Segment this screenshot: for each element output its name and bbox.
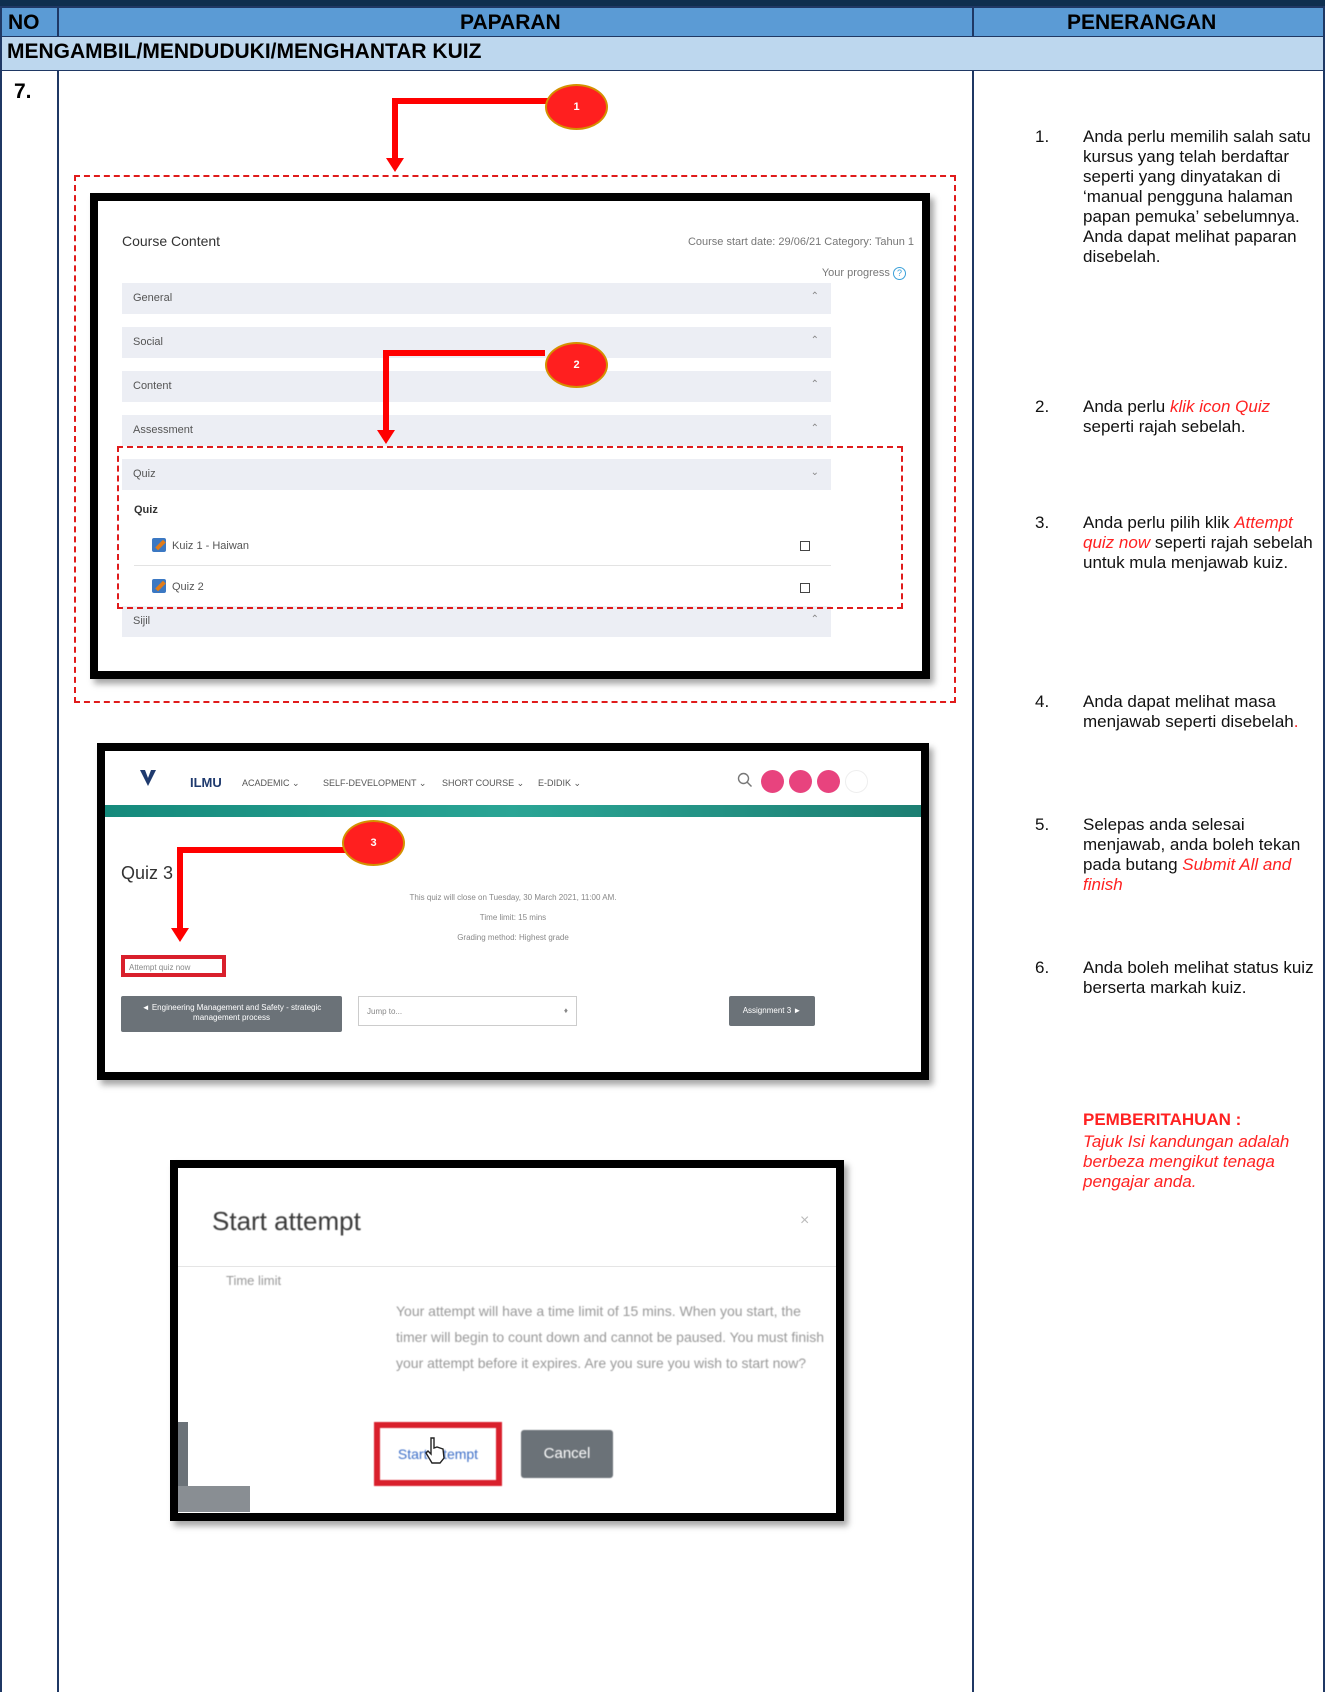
home-icon[interactable] bbox=[761, 770, 784, 793]
col-divider-1 bbox=[57, 71, 59, 1692]
step-badge-2: 2 bbox=[545, 342, 608, 388]
nav-short-course[interactable]: SHORT COURSE ⌄ bbox=[442, 778, 524, 789]
jump-to-select[interactable]: Jump to... ♦ bbox=[358, 996, 577, 1026]
chevron-up-icon: ⌃ bbox=[810, 423, 819, 434]
quiz-grading-method: Grading method: Highest grade bbox=[457, 933, 569, 942]
prev-activity-button[interactable]: ◄ Engineering Management and Safety - st… bbox=[121, 996, 342, 1032]
arrow-line bbox=[177, 847, 359, 853]
section-general[interactable]: General ⌃ bbox=[122, 283, 831, 314]
arrow-line bbox=[392, 98, 398, 158]
quiz-title: Quiz 3 bbox=[121, 863, 174, 883]
section-content[interactable]: Content ⌃ bbox=[122, 371, 831, 402]
avatar[interactable] bbox=[845, 770, 868, 793]
arrow-head bbox=[377, 430, 395, 444]
notice-text: Tajuk Isi kandungan adalah berbeza mengi… bbox=[1083, 1132, 1290, 1191]
step-5-text: Selepas anda selesai menjawab, anda bole… bbox=[1083, 815, 1317, 895]
cancel-button[interactable]: Cancel bbox=[521, 1430, 613, 1478]
step-2-number: 2. bbox=[1035, 397, 1050, 416]
section-label: Social bbox=[133, 336, 163, 348]
help-icon[interactable]: ? bbox=[893, 267, 906, 280]
row-number: 7. bbox=[14, 80, 32, 103]
quiz-close-info: This quiz will close on Tuesday, 30 Marc… bbox=[409, 893, 617, 902]
arrow-line bbox=[383, 350, 545, 356]
section-label: General bbox=[133, 292, 173, 304]
search-icon[interactable] bbox=[737, 772, 753, 793]
step-3-pre: Anda perlu pilih klik bbox=[1083, 513, 1235, 532]
col-divider-1-header bbox=[57, 6, 59, 37]
step-2-pre: Anda perlu bbox=[1083, 397, 1170, 416]
arrow-line bbox=[383, 350, 389, 430]
section-label: Content bbox=[133, 380, 172, 392]
step-6-number: 6. bbox=[1035, 958, 1050, 977]
chevron-up-icon: ⌃ bbox=[810, 291, 819, 302]
step-badge-3: 3 bbox=[342, 820, 405, 866]
section-sijil[interactable]: Sijil ⌃ bbox=[122, 606, 831, 637]
dropdown-icon: ♦ bbox=[563, 1006, 568, 1015]
step-2-highlight: klik icon Quiz bbox=[1169, 397, 1271, 416]
modal-body: Your attempt will have a time limit of 1… bbox=[396, 1303, 825, 1371]
background-button-edge bbox=[178, 1486, 250, 1512]
course-content-title: Course Content bbox=[122, 233, 221, 249]
course-meta: Course start date: 29/06/21 Category: Ta… bbox=[687, 236, 914, 248]
col-divider-2-header bbox=[972, 6, 974, 37]
attempt-quiz-button[interactable]: Attempt quiz now bbox=[121, 955, 226, 977]
start-attempt-screenshot: Start attempt × Time limit Your attempt … bbox=[170, 1160, 844, 1521]
step-1-number: 1. bbox=[1035, 127, 1050, 146]
header-no: NO bbox=[8, 11, 40, 34]
jump-placeholder: Jump to... bbox=[367, 1007, 403, 1016]
arrow-line bbox=[392, 98, 548, 104]
section-label: Assessment bbox=[133, 424, 193, 436]
quiz-page-screenshot: ILMU ACADEMIC ⌄ SELF-DEVELOPMENT ⌄ SHORT… bbox=[97, 743, 929, 1080]
chevron-up-icon: ⌃ bbox=[810, 614, 819, 625]
background-button-edge bbox=[178, 1422, 188, 1486]
close-icon[interactable]: × bbox=[800, 1212, 809, 1230]
step-badge-1: 1 bbox=[545, 84, 608, 130]
banner-bar bbox=[105, 805, 921, 817]
settings-icon[interactable] bbox=[817, 770, 840, 793]
step-5-number: 5. bbox=[1035, 815, 1050, 834]
time-limit-label: Time limit bbox=[226, 1273, 282, 1288]
col-divider-2 bbox=[972, 71, 974, 1692]
section-label: Sijil bbox=[133, 615, 151, 627]
arrow-head bbox=[171, 928, 189, 942]
step-3-text: Anda perlu pilih klik Attempt quiz now s… bbox=[1083, 513, 1317, 573]
step-4-text: Anda dapat melihat masa menjawab seperti… bbox=[1083, 692, 1317, 732]
brand-name: ILMU bbox=[190, 775, 222, 790]
chat-icon[interactable] bbox=[789, 770, 812, 793]
next-activity-button[interactable]: Assignment 3 ► bbox=[729, 996, 815, 1026]
step-4-number: 4. bbox=[1035, 692, 1050, 711]
step-3-number: 3. bbox=[1035, 513, 1050, 532]
divider bbox=[178, 1266, 836, 1267]
step-6-text: Anda boleh melihat status kuiz berserta … bbox=[1083, 958, 1314, 997]
table-border-left bbox=[0, 6, 2, 1692]
section-title-row: MENGAMBIL/MENDUDUKI/MENGHANTAR KUIZ bbox=[0, 37, 1325, 71]
header-paparan: PAPARAN bbox=[460, 11, 561, 34]
header-penerangan: PENERANGAN bbox=[1067, 11, 1217, 34]
progress-label: Your progress ? bbox=[822, 267, 906, 280]
arrow-line bbox=[177, 847, 183, 928]
step-1-text: Anda perlu memilih salah satu kursus yan… bbox=[1083, 127, 1311, 266]
notice-title: PEMBERITAHUAN : bbox=[1083, 1110, 1242, 1129]
step-2-post: seperti rajah sebelah. bbox=[1083, 417, 1246, 436]
chevron-up-icon: ⌃ bbox=[810, 379, 819, 390]
highlight-quiz-section bbox=[117, 446, 903, 609]
pointer-cursor-icon bbox=[423, 1436, 447, 1469]
chevron-up-icon: ⌃ bbox=[810, 335, 819, 346]
progress-text: Your progress bbox=[821, 267, 890, 279]
section-assessment[interactable]: Assessment ⌃ bbox=[122, 415, 831, 446]
modal-title: Start attempt bbox=[212, 1206, 361, 1236]
step-4-body: Anda dapat melihat masa menjawab seperti… bbox=[1083, 692, 1294, 731]
nav-academic[interactable]: ACADEMIC ⌄ bbox=[242, 778, 300, 789]
logo-icon bbox=[137, 767, 159, 789]
quiz-time-limit: Time limit: 15 mins bbox=[479, 913, 547, 922]
nav-e-didik[interactable]: E-DIDIK ⌄ bbox=[538, 778, 581, 789]
section-title: MENGAMBIL/MENDUDUKI/MENGHANTAR KUIZ bbox=[7, 40, 482, 63]
table-header-row: NO PAPARAN PENERANGAN bbox=[0, 6, 1325, 37]
step-2-text: Anda perlu klik icon Quiz seperti rajah … bbox=[1083, 397, 1317, 437]
nav-self-development[interactable]: SELF-DEVELOPMENT ⌄ bbox=[323, 778, 426, 789]
arrow-head bbox=[386, 158, 404, 172]
step-4-dot: . bbox=[1293, 712, 1299, 731]
